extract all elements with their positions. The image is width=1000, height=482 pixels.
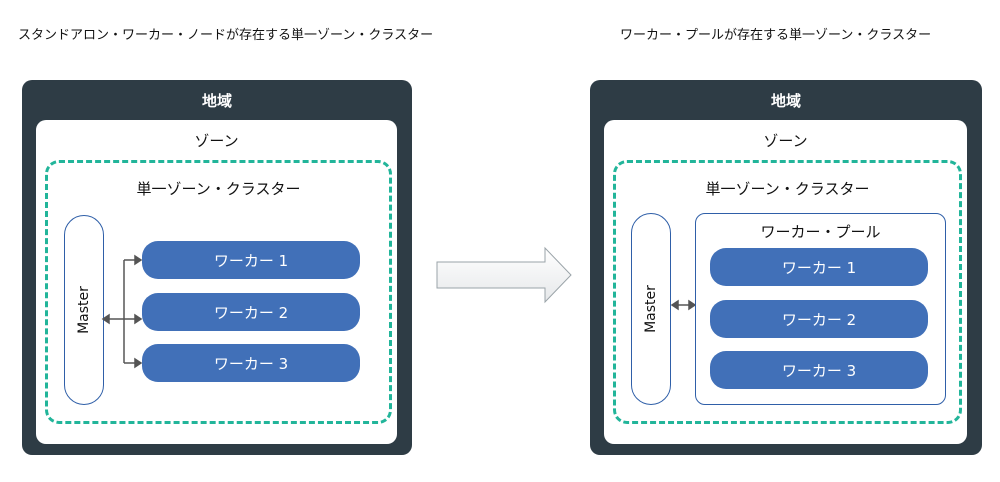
right-worker-pool: ワーカー・プール ワーカー 1 ワーカー 2 ワーカー 3 <box>695 213 946 405</box>
right-worker-2: ワーカー 2 <box>710 300 928 338</box>
left-arrowhead-worker-3 <box>134 357 143 369</box>
right-worker-1: ワーカー 1 <box>710 248 928 286</box>
left-worker-1: ワーカー 1 <box>142 241 360 279</box>
right-zone: ゾーン 単一ゾーン・クラスター Master ワーカー・プール ワーカー 1 ワ… <box>604 120 967 444</box>
left-arrowhead-master <box>101 313 110 325</box>
left-zone-label: ゾーン <box>194 132 239 150</box>
right-arrowhead-master <box>670 299 679 311</box>
right-region: 地域 ゾーン 単一ゾーン・クラスター Master ワーカー・プール ワーカー … <box>590 80 982 455</box>
left-arrowhead-worker-2 <box>134 313 143 325</box>
left-zone: ゾーン 単一ゾーン・クラスター Master ワーカー 1 ワーカー 2 ワーカ… <box>36 120 397 444</box>
left-diagram-title: スタンドアロン・ワーカー・ノードが存在する単一ゾーン・クラスター <box>18 28 434 43</box>
left-worker-3: ワーカー 3 <box>142 344 360 382</box>
left-worker-2: ワーカー 2 <box>142 293 360 331</box>
right-cluster: 単一ゾーン・クラスター Master ワーカー・プール ワーカー 1 ワーカー … <box>613 160 962 424</box>
right-worker-3: ワーカー 3 <box>710 351 928 389</box>
right-region-label: 地域 <box>770 92 801 110</box>
right-zone-label: ゾーン <box>763 132 808 150</box>
left-cluster: 単一ゾーン・クラスター Master ワーカー 1 ワーカー 2 ワーカー 3 <box>45 160 392 424</box>
right-worker-pool-label: ワーカー・プール <box>760 223 881 241</box>
left-arrowhead-worker-1 <box>134 254 143 266</box>
left-region-label: 地域 <box>201 92 232 110</box>
transition-arrow <box>436 246 572 304</box>
left-region: 地域 ゾーン 単一ゾーン・クラスター Master ワーカー 1 ワーカー 2 … <box>22 80 412 455</box>
right-diagram-title: ワーカー・プールが存在する単一ゾーン・クラスター <box>620 28 932 43</box>
left-connector-arrows <box>101 254 143 369</box>
